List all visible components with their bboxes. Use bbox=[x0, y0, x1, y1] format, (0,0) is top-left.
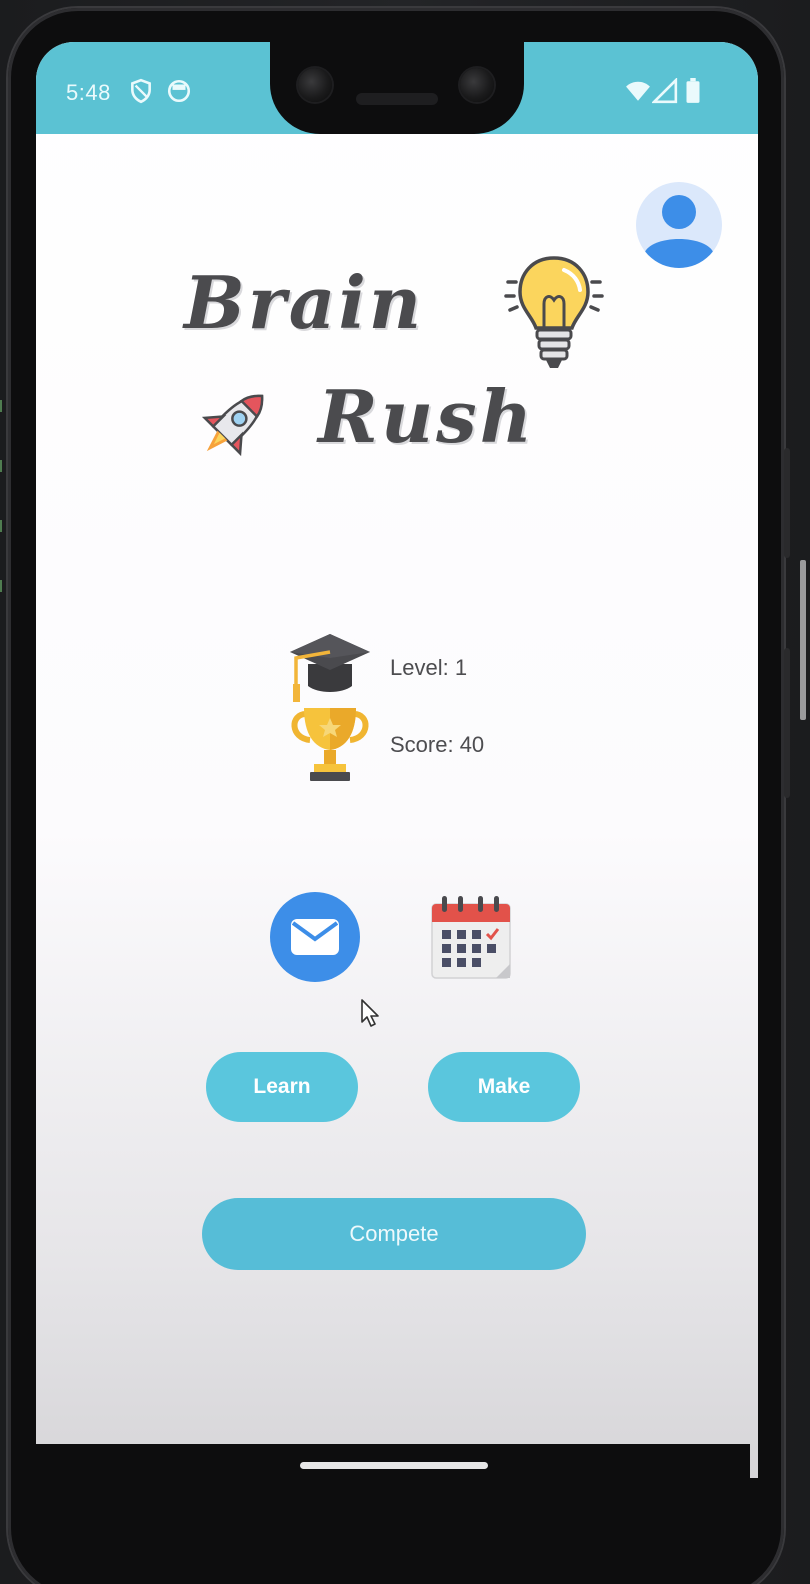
battery-icon bbox=[686, 78, 700, 103]
front-camera bbox=[298, 68, 332, 102]
circle-storage-icon bbox=[167, 79, 191, 103]
home-indicator[interactable] bbox=[300, 1462, 488, 1469]
background-scrollbar bbox=[800, 560, 806, 720]
trophy-icon bbox=[291, 708, 369, 781]
level-label: Level: 1 bbox=[390, 655, 468, 680]
calendar-icon[interactable] bbox=[430, 894, 512, 980]
app-screen: 5:48 Brain Rush Level: 1 Score: 40 Learn… bbox=[36, 42, 758, 1478]
navigation-bar bbox=[28, 1444, 750, 1530]
learn-button[interactable]: Learn bbox=[206, 1052, 358, 1122]
rocket-icon bbox=[201, 394, 264, 457]
lightbulb-icon bbox=[504, 256, 604, 368]
mail-icon bbox=[291, 919, 339, 955]
volume-key bbox=[784, 448, 790, 558]
mail-button[interactable] bbox=[270, 892, 360, 982]
mouse-cursor-icon bbox=[361, 999, 379, 1027]
make-button[interactable]: Make bbox=[428, 1052, 580, 1122]
camera-notch bbox=[270, 42, 524, 134]
front-sensor bbox=[460, 68, 494, 102]
score-label: Score: 40 bbox=[390, 732, 485, 757]
desktop-background: 5:48 Brain Rush Level: 1 Score: 40 Learn… bbox=[0, 0, 810, 1584]
phone-frame: 5:48 Brain Rush Level: 1 Score: 40 Learn… bbox=[8, 8, 790, 1584]
power-key bbox=[784, 648, 790, 798]
app-title-line-1: Brain bbox=[184, 260, 425, 345]
cell-signal-icon bbox=[652, 78, 678, 104]
profile-button[interactable] bbox=[636, 182, 722, 268]
graduation-cap-icon bbox=[290, 634, 370, 702]
earpiece bbox=[356, 93, 438, 105]
status-time: 5:48 bbox=[66, 80, 111, 105]
wifi-icon bbox=[626, 81, 650, 101]
account-avatar-icon bbox=[644, 195, 714, 268]
shield-icon bbox=[131, 78, 151, 104]
app-title-line-2: Rush bbox=[318, 374, 536, 459]
compete-button[interactable]: Compete bbox=[202, 1198, 586, 1270]
